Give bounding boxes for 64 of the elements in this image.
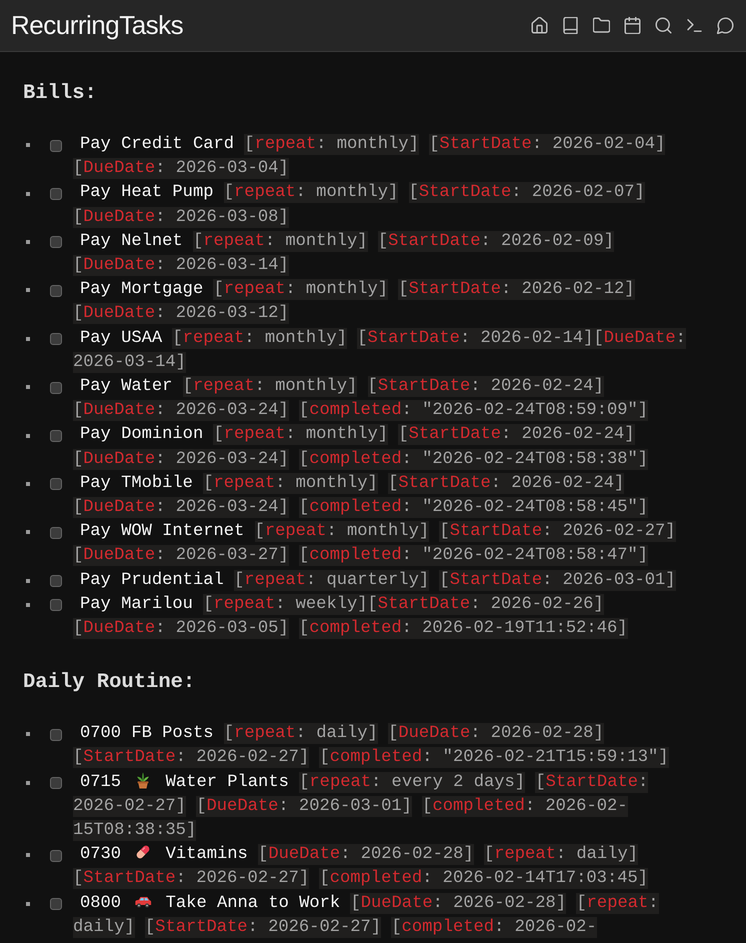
task-checkbox[interactable]: [50, 478, 62, 490]
bullet-icon: [26, 482, 30, 486]
bullet-icon: [26, 530, 30, 534]
bullet-icon: [26, 288, 30, 292]
task-text: Pay WOW Internet [repeat: monthly] [StartDate: 2026-02-27] [DueDate: 2026-03-27] [completed: "2026-02-24T08:58:47"]: [73, 520, 677, 568]
task-text: Pay Prudential [repeat: quarterly] [StartDate: 2026-03-01]: [79, 568, 677, 593]
task-checkbox[interactable]: [50, 140, 62, 152]
bullet-icon: [26, 336, 30, 341]
page-title: RecurringTasks: [11, 9, 184, 41]
task-time: 0800: [80, 894, 122, 913]
task-text: Pay Marilou [repeat: weekly][StartDate: 2026-02-26] [DueDate: 2026-03-05] [completed: 2026-02-19T11:52:46]: [73, 592, 628, 642]
bullet-icon: [26, 902, 30, 906]
chat-bubble-icon[interactable]: [717, 17, 734, 34]
task-checkbox[interactable]: [50, 284, 62, 297]
task-text: Pay Dominion [repeat: monthly] [StartDate: 2026-02-24] [DueDate: 2026-03-24] [completed: "2026-02-24T08:58:38"]: [73, 423, 650, 472]
task-checkbox[interactable]: [50, 777, 62, 790]
bullet-icon: [26, 732, 30, 736]
task-checkbox[interactable]: [50, 898, 62, 910]
task-text: Take Anna to Work [DueDate: 2026-02-28] [repeat:: [166, 892, 659, 914]
task-time: 0730: [80, 845, 122, 864]
task-checkbox[interactable]: [50, 188, 62, 200]
task-text: FB Posts [repeat: daily] [DueDate: 2026-02-28]: [131, 723, 604, 744]
task-checkbox[interactable]: [50, 382, 62, 394]
task-text: [StartDate: 2026-02-27] [completed: "2026-02-21T15:59:13"]: [73, 746, 670, 770]
task-text: [StartDate: 2026-02-27] [completed: 2026-02-14T17:03:45]: [73, 867, 650, 892]
task-text: Pay Mortgage [repeat: monthly] [StartDate: 2026-02-12] [DueDate: 2026-03-12]: [73, 278, 636, 326]
bullet-icon: [26, 853, 30, 858]
book-icon[interactable]: [562, 17, 579, 34]
bullet-icon: [26, 240, 30, 244]
home-icon[interactable]: [531, 17, 548, 34]
task-text: Water Plants [repeat: every 2 days] [StartDate:: [166, 772, 648, 793]
bullet-icon: [26, 192, 30, 196]
task-text: daily] [StartDate: 2026-02-27] [completed: 2026-02-: [73, 916, 598, 940]
task-text: Pay Credit Card [repeat: monthly] [StartDate: 2026-02-04] [DueDate: 2026-03-04]: [73, 133, 666, 182]
bullet-icon: [26, 434, 30, 438]
task-time: 0715: [80, 772, 122, 792]
folder-icon[interactable]: [593, 17, 610, 34]
task-checkbox[interactable]: [50, 333, 62, 346]
task-text: Pay Water [repeat: monthly] [StartDate: 2026-02-24] [DueDate: 2026-03-24] [completed: "2026-02-24T08:59:09"]: [73, 375, 650, 424]
section-heading: Daily Routine:: [23, 670, 196, 696]
bullet-icon: [26, 578, 30, 583]
task-checkbox[interactable]: [50, 728, 62, 741]
task-text: Pay USAA [repeat: monthly] [StartDate: 2026-02-14][DueDate: 2026-03-14]: [73, 326, 687, 375]
calendar-icon[interactable]: [624, 17, 641, 34]
task-text: Pay Nelnet [repeat: monthly] [StartDate: 2026-02-09] [DueDate: 2026-03-14]: [73, 230, 615, 278]
task-checkbox[interactable]: [50, 526, 62, 539]
task-time: 0700: [80, 724, 122, 744]
bullet-icon: [26, 602, 30, 607]
search-icon[interactable]: [655, 17, 672, 34]
pill-icon: [134, 843, 152, 862]
task-text: Vitamins [DueDate: 2026-02-28] [repeat: daily]: [166, 844, 638, 866]
task-text: 2026-02-27] [DueDate: 2026-03-01] [completed: 2026-02-15T08:38:35]: [73, 794, 629, 844]
task-checkbox[interactable]: [50, 430, 62, 442]
bullet-icon: [26, 143, 30, 148]
section-heading: Bills:: [23, 81, 98, 107]
bullet-icon: [26, 780, 30, 785]
task-text: Pay Heat Pump [repeat: monthly] [StartDate: 2026-02-07] [DueDate: 2026-03-08]: [73, 181, 646, 230]
task-checkbox[interactable]: [50, 236, 62, 248]
task-checkbox[interactable]: [50, 850, 62, 862]
terminal-icon[interactable]: [686, 17, 703, 34]
task-text: Pay TMobile [repeat: monthly] [StartDate: 2026-02-24] [DueDate: 2026-03-24] [completed: "2026-02-24T08:58:45"]: [73, 472, 650, 520]
task-checkbox[interactable]: [50, 575, 62, 588]
bullet-icon: [26, 385, 30, 390]
task-checkbox[interactable]: [50, 599, 62, 612]
